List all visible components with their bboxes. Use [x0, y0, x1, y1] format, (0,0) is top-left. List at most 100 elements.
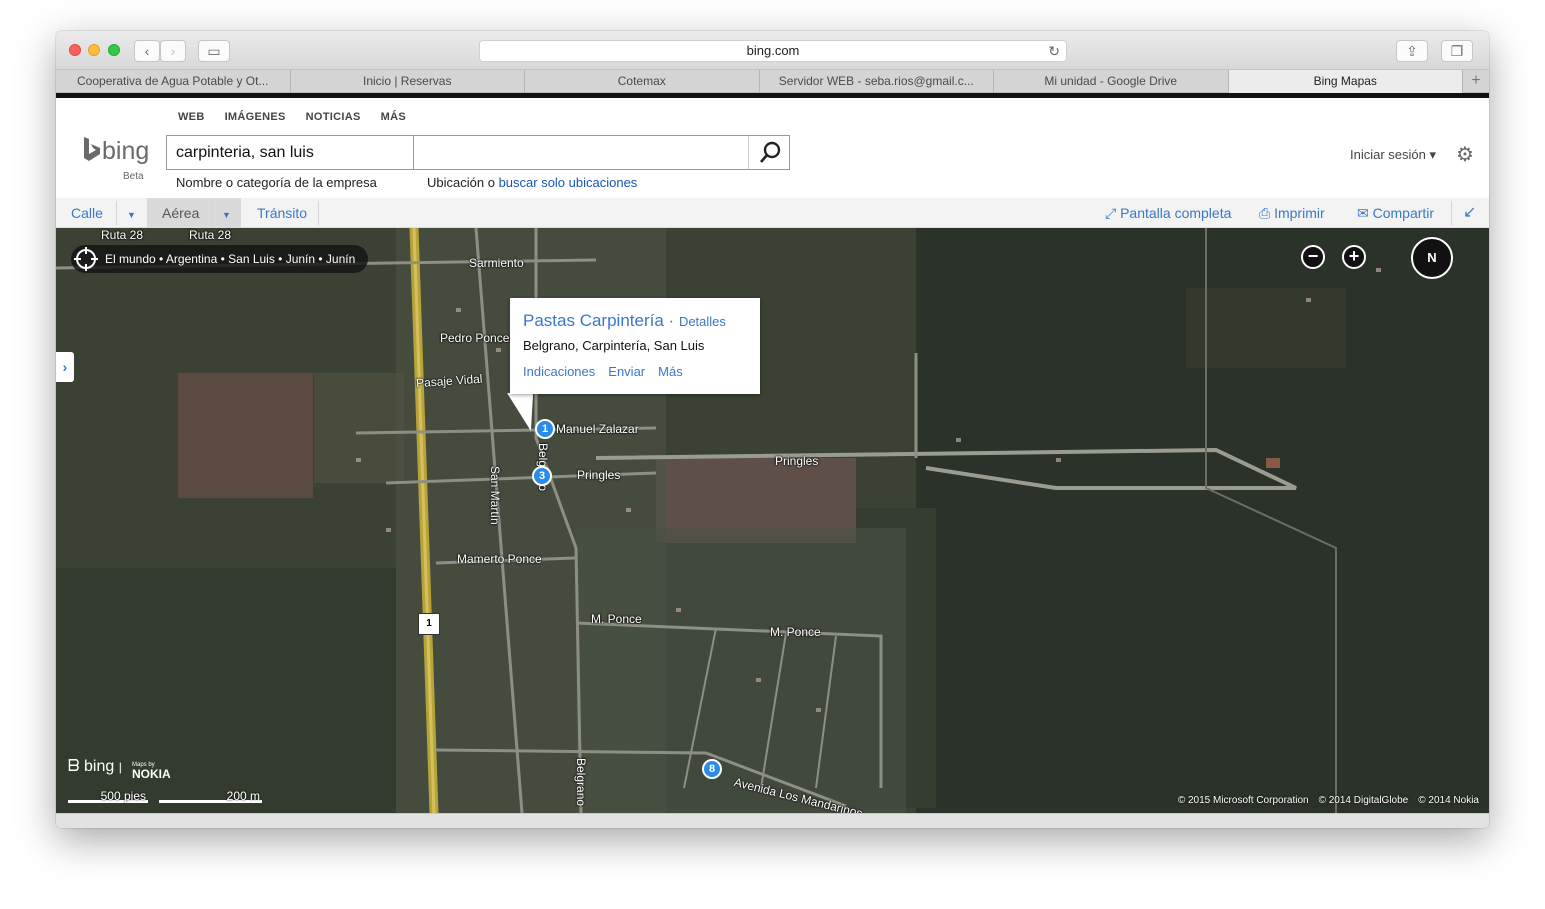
- aerial-dropdown[interactable]: ▼: [222, 198, 231, 228]
- location-hint-prefix: Ubicación o: [427, 175, 495, 190]
- tab-cooperativa[interactable]: Cooperativa de Agua Potable y Ot...: [56, 70, 291, 93]
- nokia-logo: Maps by NOKIA: [132, 762, 171, 781]
- map-toolbar: Calle ▼ Aérea ▼ Tránsito ⤢ Pantalla comp…: [56, 198, 1489, 228]
- tabs-overview-button[interactable]: ❐: [1441, 40, 1473, 62]
- business-search-input[interactable]: carpinteria, san luis: [166, 135, 413, 170]
- locations-only-link[interactable]: buscar solo ubicaciones: [499, 175, 638, 190]
- title-bar: ‹ › ▭ bing.com ↻ ⇪ ❐: [56, 31, 1489, 70]
- tab-google-drive[interactable]: Mi unidad - Google Drive: [994, 70, 1229, 93]
- search-button[interactable]: [748, 136, 789, 169]
- back-button[interactable]: ‹: [134, 40, 160, 62]
- tab-servidor-web[interactable]: Servidor WEB - seba.rios@gmail.c...: [760, 70, 994, 93]
- route-shield: 1: [418, 613, 440, 635]
- details-link[interactable]: Detalles: [679, 314, 726, 329]
- bing-header: WEB IMÁGENES NOTICIAS MÁS bing Beta carp…: [56, 98, 1489, 198]
- url-text: bing.com: [746, 43, 800, 58]
- sidebar-toggle-button[interactable]: ▭: [198, 40, 230, 62]
- street-label: Pringles: [577, 468, 621, 482]
- tab-bar: Cooperativa de Agua Potable y Ot... Inic…: [56, 70, 1489, 93]
- tab-bing-mapas[interactable]: Bing Mapas: [1228, 70, 1463, 93]
- location-hint: Ubicación o buscar solo ubicaciones: [427, 175, 637, 190]
- minimize-window-button[interactable]: [88, 44, 100, 56]
- street-label: M. Ponce: [770, 625, 821, 639]
- zoom-out-button[interactable]: −: [1301, 245, 1325, 269]
- aerial-view-button[interactable]: Aérea: [162, 198, 199, 228]
- nokia-text: NOKIA: [132, 767, 171, 781]
- caret-down-icon: ▼: [222, 210, 231, 220]
- copyright-microsoft: © 2015 Microsoft Corporation: [1177, 795, 1309, 806]
- scope-web[interactable]: WEB: [178, 111, 205, 123]
- chevron-left-icon: ‹: [144, 43, 150, 59]
- maximize-window-button[interactable]: [108, 44, 120, 56]
- reload-icon[interactable]: ↻: [1048, 41, 1060, 61]
- street-label: Pringles: [775, 454, 819, 468]
- address-bar[interactable]: bing.com ↻: [479, 40, 1067, 62]
- window-bottom-bar: [56, 813, 1489, 828]
- collapse-arrow-icon[interactable]: ↙: [1463, 198, 1476, 228]
- tabs-icon: ❐: [1450, 43, 1464, 59]
- scope-more[interactable]: MÁS: [381, 111, 406, 123]
- transit-button[interactable]: Tránsito: [257, 198, 307, 228]
- forward-button[interactable]: ›: [160, 40, 186, 62]
- street-label: Mamerto Ponce: [457, 552, 542, 566]
- directions-link[interactable]: Indicaciones: [523, 364, 595, 379]
- zoom-in-button[interactable]: +: [1342, 245, 1366, 269]
- share-label: Compartir: [1372, 205, 1435, 221]
- map-pin-8[interactable]: 8: [702, 759, 722, 779]
- business-name-link[interactable]: Pastas Carpintería: [523, 311, 664, 330]
- map-pin-3[interactable]: 3: [532, 466, 552, 486]
- divider: [1451, 201, 1452, 225]
- street-label: Belgrano: [574, 758, 588, 807]
- beta-label: Beta: [123, 171, 144, 182]
- street-view-button[interactable]: Calle: [71, 198, 103, 228]
- street-label: Ruta 28: [101, 228, 144, 242]
- divider: [212, 201, 213, 225]
- map-copyright: © 2015 Microsoft Corporation © 2014 Digi…: [1178, 795, 1479, 806]
- new-tab-button[interactable]: +: [1463, 70, 1489, 92]
- street-dropdown[interactable]: ▼: [127, 198, 136, 228]
- scope-images[interactable]: IMÁGENES: [225, 111, 286, 123]
- copyright-nokia: © 2014 Nokia: [1418, 795, 1479, 806]
- copyright-digitalglobe: © 2014 DigitalGlobe: [1318, 795, 1409, 806]
- more-link[interactable]: Más: [658, 364, 683, 379]
- street-label: San Martín: [488, 466, 502, 525]
- print-button[interactable]: ⎙ Imprimir: [1259, 198, 1325, 228]
- location-input[interactable]: [413, 135, 790, 170]
- send-link[interactable]: Enviar: [608, 364, 645, 379]
- compass-button[interactable]: N: [1411, 237, 1453, 279]
- street-label: Sarmiento: [469, 256, 524, 270]
- expand-panel-button[interactable]: ›: [56, 352, 74, 382]
- bing-b-icon: ᗷ: [68, 758, 80, 775]
- signin-button[interactable]: Iniciar sesión ▾: [1350, 147, 1436, 163]
- breadcrumb-text: El mundo • Argentina • San Luis • Junín …: [105, 252, 356, 266]
- tab-cotemax[interactable]: Cotemax: [525, 70, 760, 93]
- caret-down-icon: ▼: [127, 210, 136, 220]
- scope-nav: WEB IMÁGENES NOTICIAS MÁS: [178, 111, 406, 123]
- map-logo-text: bing: [84, 758, 115, 775]
- bing-logo[interactable]: bing: [82, 136, 149, 166]
- gear-icon[interactable]: ⚙: [1456, 142, 1474, 167]
- scope-news[interactable]: NOTICIAS: [306, 111, 361, 123]
- close-window-button[interactable]: [69, 44, 81, 56]
- compass-north-label: N: [1427, 250, 1437, 265]
- location-breadcrumb[interactable]: El mundo • Argentina • San Luis • Junín …: [71, 245, 368, 273]
- business-infobox: Pastas Carpintería · Detalles Belgrano, …: [510, 298, 760, 394]
- bing-b-icon: [84, 137, 100, 161]
- divider: [116, 201, 117, 225]
- map-pin-1[interactable]: 1: [535, 419, 555, 439]
- tab-reservas[interactable]: Inicio | Reservas: [291, 70, 525, 93]
- divider: [318, 201, 319, 225]
- logo-divider: |: [118, 760, 122, 774]
- title-separator: ·: [668, 311, 675, 330]
- chevron-right-icon: ›: [170, 43, 176, 59]
- fullscreen-button[interactable]: ⤢ Pantalla completa: [1105, 198, 1231, 228]
- infobox-actions: Indicaciones Enviar Más: [523, 364, 683, 379]
- share-button[interactable]: ⇪: [1396, 40, 1428, 62]
- share-map-button[interactable]: ✉ Compartir: [1357, 198, 1434, 228]
- expand-icon: ⤢: [1105, 205, 1117, 221]
- aerial-map[interactable]: Ruta 28 Ruta 28 Sarmiento Pedro Ponce Pa…: [56, 228, 1489, 813]
- bing-logo-text: bing: [102, 137, 150, 165]
- business-address: Belgrano, Carpintería, San Luis: [523, 338, 705, 353]
- locate-me-icon[interactable]: [74, 247, 98, 271]
- query-hint: Nombre o categoría de la empresa: [176, 175, 377, 190]
